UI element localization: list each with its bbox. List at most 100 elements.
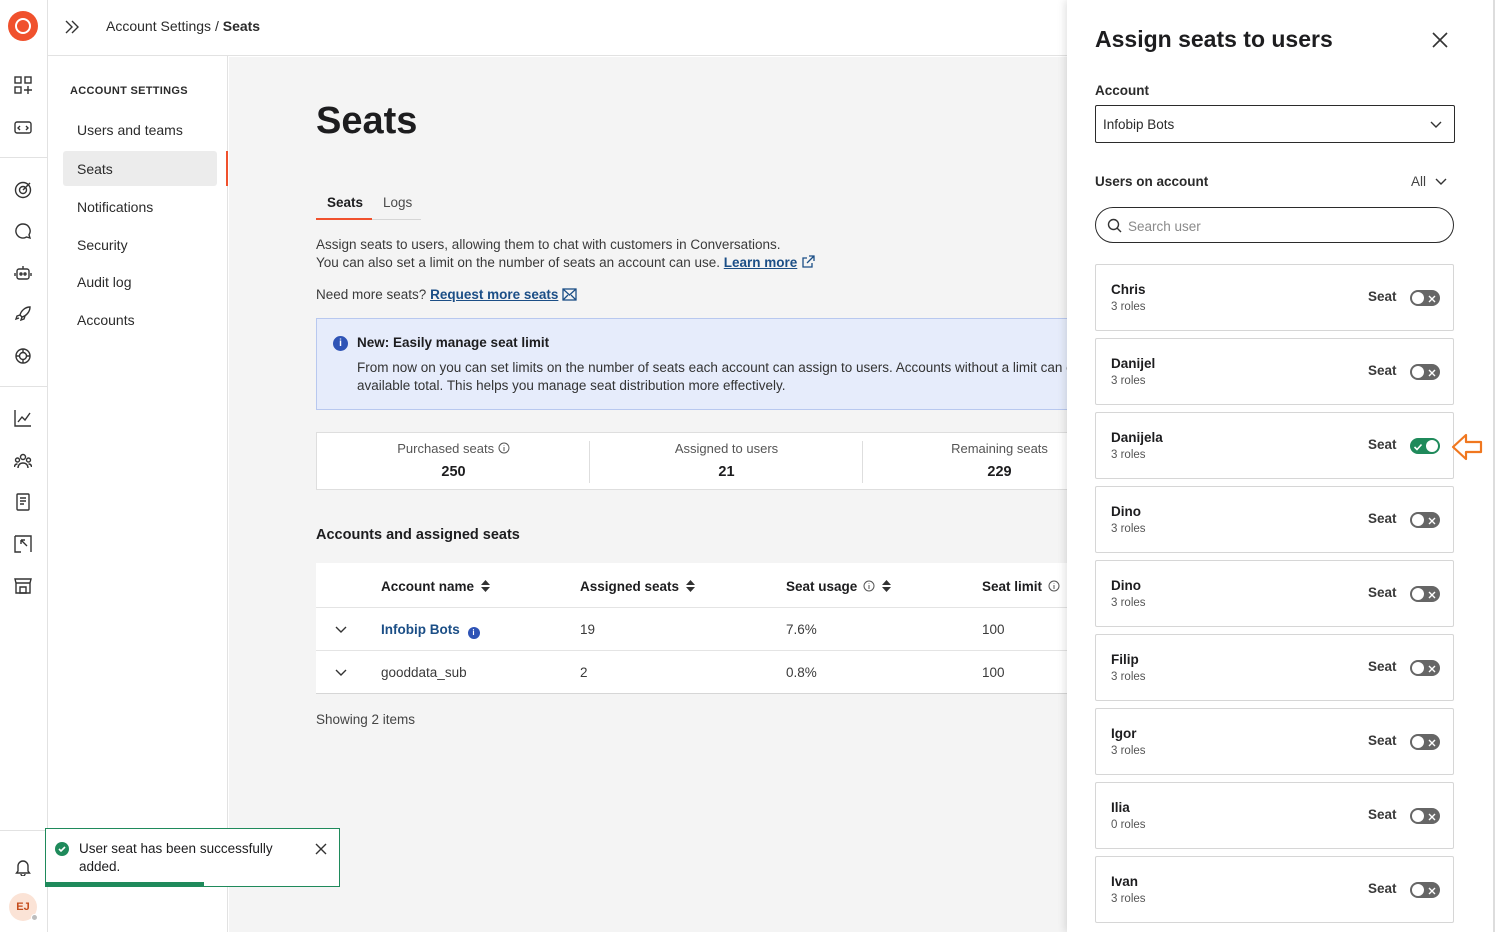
chevron-down-icon[interactable] [335, 623, 347, 635]
stat-label: Purchased seats [317, 441, 590, 456]
user-name: Dino [1111, 504, 1141, 519]
seat-limit-cell: 100 [982, 665, 1005, 680]
info-circle-icon[interactable] [1048, 580, 1060, 592]
seat-limit-cell: 100 [982, 622, 1005, 637]
close-icon [1426, 514, 1438, 526]
chat-icon[interactable] [13, 221, 33, 241]
banner-title: New: Easily manage seat limit [357, 335, 550, 350]
request-more-link[interactable]: Request more seats [430, 287, 558, 302]
table-row[interactable]: Infobip Bots i 19 7.6% 100 [316, 607, 1068, 650]
toggle-knob [1426, 440, 1438, 452]
double-chevron-right-icon[interactable] [62, 17, 82, 37]
account-name-link[interactable]: Infobip Bots i [381, 622, 480, 639]
logo-icon[interactable] [8, 11, 38, 41]
table-row[interactable]: gooddata_sub 2 0.8% 100 [316, 650, 1068, 693]
seat-toggle[interactable] [1410, 512, 1440, 528]
account-select[interactable]: Infobip Bots [1095, 105, 1455, 143]
nav-item-users-and-teams[interactable]: Users and teams [63, 112, 217, 147]
nav-item-seats[interactable]: Seats [63, 151, 217, 186]
chevron-down-icon [1435, 178, 1447, 185]
user-roles: 0 roles [1111, 819, 1146, 831]
sort-icon[interactable] [685, 580, 695, 592]
close-icon[interactable] [1431, 31, 1449, 49]
nav-item-accounts[interactable]: Accounts [63, 302, 217, 337]
analytics-icon[interactable] [13, 408, 33, 428]
rail-divider [0, 386, 48, 387]
account-select-value: Infobip Bots [1103, 117, 1175, 132]
learn-more-link[interactable]: Learn more [724, 255, 798, 270]
seat-toggle[interactable] [1410, 290, 1440, 306]
column-header-account-name[interactable]: Account name [381, 579, 490, 594]
toggle-knob [1412, 292, 1424, 304]
integrations-icon[interactable] [13, 534, 33, 554]
presence-dot [31, 914, 38, 921]
banner-body-line-1: From now on you can set limits on the nu… [357, 360, 1068, 375]
seat-usage-cell: 7.6% [786, 622, 817, 637]
search-input[interactable] [1128, 216, 1428, 236]
toast-progress-bar [46, 882, 205, 886]
seat-toggle[interactable] [1410, 734, 1440, 750]
seat-toggle[interactable] [1410, 438, 1440, 454]
user-card: Chris 3 roles Seat [1095, 264, 1454, 331]
bell-icon[interactable] [13, 857, 33, 877]
rocket-icon[interactable] [13, 304, 33, 324]
info-circle-icon[interactable] [498, 442, 510, 454]
breadcrumb-parent[interactable]: Account Settings / [106, 18, 219, 34]
nav-heading: ACCOUNT SETTINGS [70, 85, 188, 97]
user-name: Igor [1111, 726, 1137, 741]
tab-seats[interactable]: Seats [327, 195, 363, 210]
need-more-text: Need more seats? [316, 287, 427, 302]
tab-logs[interactable]: Logs [383, 195, 412, 210]
target-icon[interactable] [13, 180, 33, 200]
seat-toggle[interactable] [1410, 808, 1440, 824]
bot-icon[interactable] [13, 263, 33, 283]
seat-label: Seat [1368, 289, 1397, 304]
close-icon [1426, 810, 1438, 822]
external-link-icon [802, 255, 815, 268]
column-header-seat-usage[interactable]: Seat usage [786, 579, 891, 594]
nav-item-audit-log[interactable]: Audit log [63, 264, 217, 299]
info-circle-icon[interactable] [863, 580, 875, 592]
column-header-seat-limit[interactable]: Seat limit [982, 579, 1068, 594]
nav-item-security[interactable]: Security [63, 227, 217, 262]
panel-title: Assign seats to users [1095, 26, 1333, 52]
dev-tools-icon[interactable] [13, 117, 33, 137]
user-name: Chris [1111, 282, 1146, 297]
seat-toggle[interactable] [1410, 882, 1440, 898]
user-name: Ilia [1111, 800, 1130, 815]
store-icon[interactable] [13, 575, 33, 595]
top-bar: Account Settings / Seats [48, 0, 1068, 56]
column-header-assigned-seats[interactable]: Assigned seats [580, 579, 695, 594]
chevron-down-icon[interactable] [335, 666, 347, 678]
docs-icon[interactable] [13, 492, 33, 512]
user-roles: 3 roles [1111, 523, 1146, 535]
seat-toggle[interactable] [1410, 364, 1440, 380]
user-filter-dropdown[interactable]: All [1411, 174, 1447, 189]
accounts-table: Account name Assigned seats Seat usage S… [316, 563, 1068, 694]
toggle-knob [1412, 810, 1424, 822]
stat-value: 21 [718, 464, 735, 480]
user-card: Igor 3 roles Seat [1095, 708, 1454, 775]
stat-label: Assigned to users [674, 441, 779, 456]
seat-toggle[interactable] [1410, 586, 1440, 602]
chevron-down-icon [1430, 121, 1442, 128]
arrow-left-icon [1451, 433, 1483, 461]
people-icon[interactable] [13, 451, 33, 471]
assigned-seats-cell: 2 [580, 665, 588, 680]
settings-nav: ACCOUNT SETTINGS Users and teams Seats N… [48, 56, 228, 932]
toggle-knob [1412, 588, 1424, 600]
banner-body: From now on you can set limits on the nu… [357, 359, 1068, 395]
stat-value: 229 [987, 464, 1012, 480]
close-icon[interactable] [314, 842, 328, 856]
sort-icon[interactable] [881, 580, 891, 592]
nav-item-notifications[interactable]: Notifications [63, 189, 217, 224]
avatar[interactable]: EJ [9, 893, 38, 921]
ai-icon[interactable] [13, 346, 33, 366]
seat-toggle[interactable] [1410, 660, 1440, 676]
success-toast: User seat has been successfully added. [45, 828, 340, 887]
apps-icon[interactable] [13, 75, 33, 95]
search-field[interactable] [1095, 207, 1454, 243]
user-roles: 3 roles [1111, 449, 1146, 461]
page-title: Seats [316, 100, 418, 142]
sort-icon[interactable] [480, 580, 490, 592]
